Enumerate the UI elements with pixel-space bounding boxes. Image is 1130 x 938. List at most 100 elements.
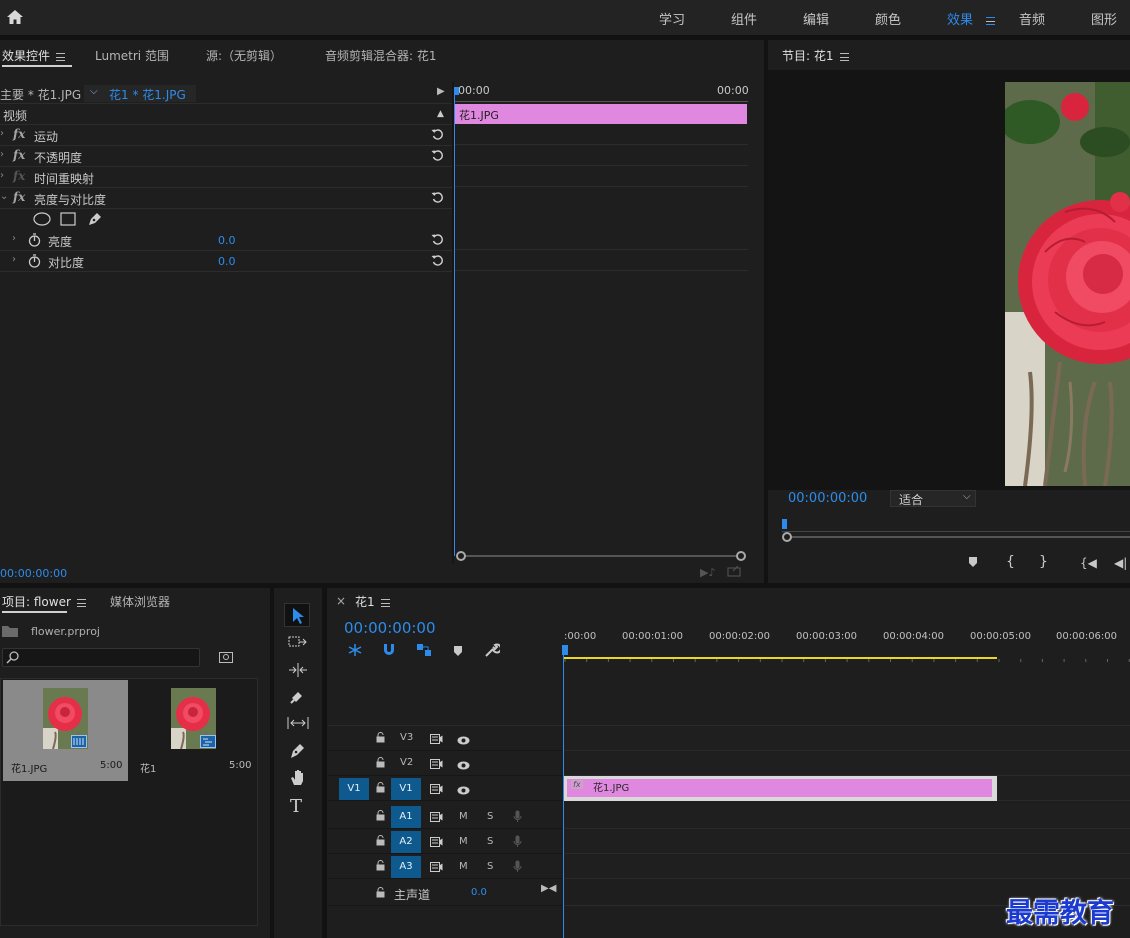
tab-program-monitor[interactable]: 节目: 花1 bbox=[782, 47, 849, 64]
chevron-right-icon[interactable]: › bbox=[12, 254, 16, 265]
track-select-icon[interactable] bbox=[288, 635, 308, 652]
go-to-in-icon[interactable]: {◀ bbox=[1080, 556, 1097, 570]
program-ruler[interactable] bbox=[782, 519, 1130, 533]
pen-mask-icon[interactable] bbox=[87, 211, 103, 230]
audio-track-lane[interactable] bbox=[564, 805, 1130, 829]
program-zoom-bar[interactable] bbox=[782, 532, 1130, 542]
tab-audio-clip-mixer[interactable]: 音频剪辑混合器: 花1 bbox=[325, 47, 437, 64]
mute-button[interactable]: M bbox=[459, 861, 468, 872]
chevron-right-icon[interactable]: › bbox=[12, 233, 16, 244]
eye-icon[interactable] bbox=[457, 734, 470, 748]
timeline-playhead-handle[interactable] bbox=[562, 645, 568, 655]
lock-icon[interactable] bbox=[376, 860, 385, 874]
fx-toggle-icon[interactable]: fx bbox=[13, 148, 25, 162]
fx-toggle-icon[interactable]: fx bbox=[13, 190, 25, 204]
fx-toggle-icon[interactable]: fx bbox=[13, 127, 25, 141]
fx-toggle-icon[interactable]: fx bbox=[13, 169, 25, 183]
track-target-button[interactable]: A3 bbox=[391, 856, 421, 878]
program-playhead[interactable] bbox=[782, 519, 787, 529]
workspace-color[interactable]: 颜色 bbox=[875, 9, 901, 28]
microphone-icon[interactable] bbox=[513, 835, 522, 851]
effect-row[interactable]: ⌄ fx 亮度与对比度 bbox=[0, 188, 452, 209]
workspace-assembly[interactable]: 组件 bbox=[731, 9, 757, 28]
track-label[interactable]: V3 bbox=[400, 732, 413, 743]
timeline-timecode[interactable]: 00:00:00:00 bbox=[344, 619, 436, 637]
workspace-menu-icon[interactable] bbox=[986, 13, 995, 27]
hand-tool-icon[interactable] bbox=[290, 769, 306, 790]
stopwatch-icon[interactable] bbox=[28, 233, 41, 250]
play-triangle-icon[interactable]: ▶ bbox=[437, 86, 445, 97]
ec-playhead[interactable] bbox=[454, 90, 455, 556]
param-value[interactable]: 0.0 bbox=[218, 255, 236, 268]
mark-in-icon[interactable]: { bbox=[1006, 554, 1015, 570]
program-timecode[interactable]: 00:00:00:00 bbox=[788, 491, 867, 506]
close-sequence-icon[interactable]: × bbox=[336, 594, 346, 608]
pen-tool-icon[interactable] bbox=[289, 742, 305, 763]
work-area-bar[interactable] bbox=[564, 657, 997, 659]
ellipse-mask-icon[interactable] bbox=[33, 212, 51, 229]
reset-icon[interactable] bbox=[431, 191, 444, 206]
slip-tool-icon[interactable] bbox=[287, 716, 309, 733]
audio-track-lane[interactable] bbox=[564, 855, 1130, 879]
master-clip-label[interactable]: 主要 * 花1.JPG bbox=[0, 86, 81, 103]
track-target-button[interactable]: A2 bbox=[391, 831, 421, 853]
sync-lock-icon[interactable] bbox=[430, 811, 443, 825]
ec-timecode[interactable]: 00:00:00:00 bbox=[0, 567, 67, 580]
microphone-icon[interactable] bbox=[513, 860, 522, 876]
chevron-right-icon[interactable]: › bbox=[0, 128, 4, 139]
solo-button[interactable]: S bbox=[487, 811, 493, 822]
project-item-sequence[interactable]: 花1 5:00 bbox=[132, 680, 257, 781]
eye-icon[interactable] bbox=[457, 759, 470, 773]
ec-playhead-handle[interactable] bbox=[454, 87, 459, 95]
lock-icon[interactable] bbox=[376, 887, 385, 901]
effect-row[interactable]: › fx 不透明度 bbox=[0, 146, 452, 167]
microphone-icon[interactable] bbox=[513, 810, 522, 826]
project-menu-icon[interactable] bbox=[76, 598, 86, 607]
lock-icon[interactable] bbox=[376, 835, 385, 849]
chevron-right-icon[interactable]: › bbox=[0, 170, 4, 181]
fit-dropdown[interactable]: 适合 ⌵ bbox=[890, 490, 976, 507]
mark-out-icon[interactable]: } bbox=[1039, 554, 1048, 570]
master-volume-value[interactable]: 0.0 bbox=[471, 887, 487, 898]
project-search-input[interactable] bbox=[2, 648, 200, 667]
effect-row[interactable]: › fx 运动 bbox=[0, 125, 452, 146]
home-icon[interactable] bbox=[6, 9, 24, 25]
effect-row[interactable]: › fx 时间重映射 bbox=[0, 167, 452, 188]
step-back-icon[interactable]: ◀| bbox=[1114, 556, 1127, 570]
ripple-edit-icon[interactable] bbox=[288, 662, 308, 681]
workspace-graphics[interactable]: 图形 bbox=[1091, 9, 1117, 28]
track-label[interactable]: V2 bbox=[400, 757, 413, 768]
tab-lumetri-scopes[interactable]: Lumetri 范围 bbox=[95, 47, 169, 64]
v1-clip[interactable]: fx 花1.JPG bbox=[564, 776, 997, 801]
timeline-menu-icon[interactable] bbox=[380, 598, 390, 607]
tab-source[interactable]: 源:（无剪辑） bbox=[206, 47, 282, 64]
stopwatch-icon[interactable] bbox=[28, 254, 41, 271]
mute-button[interactable]: M bbox=[459, 836, 468, 847]
param-value[interactable]: 0.0 bbox=[218, 234, 236, 247]
reset-icon[interactable] bbox=[431, 149, 444, 164]
sync-lock-icon[interactable] bbox=[430, 783, 443, 797]
eye-icon[interactable] bbox=[457, 784, 470, 798]
program-menu-icon[interactable] bbox=[839, 52, 849, 61]
audio-track-lane[interactable] bbox=[564, 830, 1130, 854]
add-marker-icon[interactable] bbox=[968, 556, 978, 571]
find-icon[interactable] bbox=[219, 651, 233, 666]
type-tool-icon[interactable]: T bbox=[290, 796, 302, 817]
tab-sequence[interactable]: 花1 bbox=[355, 593, 390, 610]
workspace-effects[interactable]: 效果 bbox=[947, 9, 973, 28]
add-marker-icon[interactable] bbox=[453, 645, 463, 660]
settings-wrench-icon[interactable] bbox=[484, 642, 502, 661]
tab-effect-controls[interactable]: 效果控件 bbox=[2, 47, 66, 64]
panel-menu-icon[interactable] bbox=[56, 52, 66, 61]
chevron-down-icon[interactable]: ⌄ bbox=[0, 191, 8, 202]
workspace-editing[interactable]: 编辑 bbox=[803, 9, 829, 28]
lock-icon[interactable] bbox=[376, 810, 385, 824]
tab-media-browser[interactable]: 媒体浏览器 bbox=[110, 593, 170, 610]
sequence-clip-dropdown[interactable]: ⌵ 花1 * 花1.JPG bbox=[84, 85, 196, 102]
go-to-end-icon[interactable]: ▶◀ bbox=[541, 883, 556, 894]
source-patch-button[interactable]: V1 bbox=[339, 778, 369, 800]
ec-clip-bar[interactable]: 花1.JPG bbox=[455, 104, 747, 124]
nest-toggle-icon[interactable] bbox=[347, 643, 363, 660]
video-track-lane[interactable] bbox=[564, 752, 1130, 776]
project-item-clip[interactable]: 花1.JPG 5:00 bbox=[3, 680, 128, 781]
